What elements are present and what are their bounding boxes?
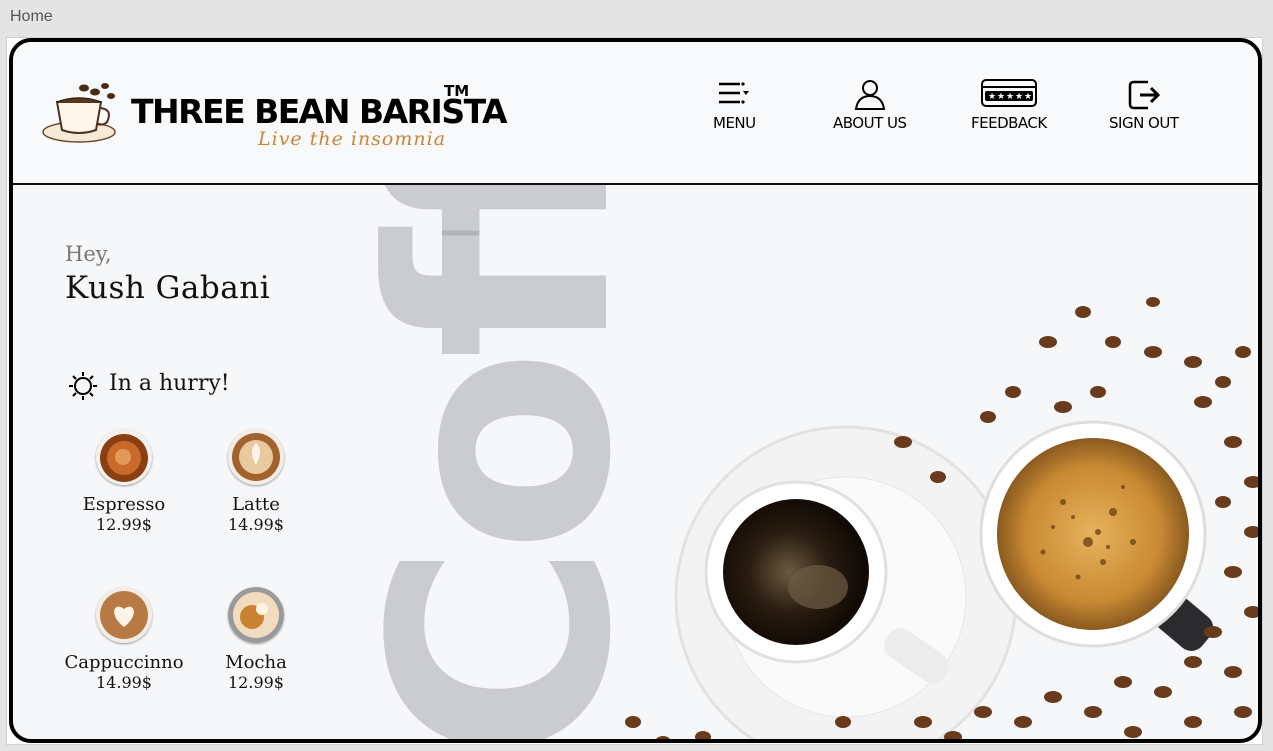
nav-feedback[interactable]: ★ ★ ★ ★ ★ FEEDBACK (971, 78, 1047, 132)
svg-text:★: ★ (1015, 92, 1023, 102)
nav-sign-out-label: SIGN OUT (1109, 114, 1179, 132)
product-espresso[interactable]: Espresso 12.99$ (59, 429, 189, 535)
coffee-hero-image (625, 297, 1258, 739)
product-name: Espresso (82, 494, 166, 515)
menu-icon (719, 82, 750, 104)
greeting-hey: Hey, (65, 242, 112, 266)
window-title: Home (10, 8, 53, 25)
app-header: THREE BEAN BARISTA TM Live the insomnia … (13, 42, 1258, 185)
product-name: Latte (232, 494, 280, 515)
product-latte[interactable]: Latte 14.99$ (191, 429, 321, 535)
cappuccino-image (96, 587, 152, 643)
coffee-cup-logo-icon (42, 83, 116, 143)
nav-menu-label: MENU (713, 114, 756, 132)
mocha-image (228, 587, 284, 643)
svg-text:★: ★ (997, 92, 1005, 102)
brand-tagline: Live the insomnia (258, 128, 447, 150)
app-screen: Coffee THREE BEAN BARISTA TM Live the in… (9, 38, 1262, 743)
product-cappuccino[interactable]: Cappuccinno 14.99$ (59, 587, 189, 693)
user-name: Kush Gabani (65, 270, 271, 306)
product-name: Cappuccinno (64, 652, 184, 673)
product-price: 12.99$ (228, 673, 284, 692)
rating-stars-icon: ★ ★ ★ ★ ★ (980, 79, 1037, 107)
product-mocha[interactable]: Mocha 12.99$ (191, 587, 321, 693)
nav-sign-out[interactable]: SIGN OUT (1109, 78, 1179, 132)
product-price: 14.99$ (96, 673, 152, 692)
svg-text:★: ★ (1024, 92, 1032, 102)
nav-menu[interactable]: MENU (713, 78, 756, 132)
svg-text:★: ★ (1006, 92, 1014, 102)
espresso-image (96, 429, 152, 485)
nav-about-us[interactable]: ABOUT US (833, 78, 907, 132)
product-price: 14.99$ (228, 515, 284, 534)
product-name: Mocha (225, 652, 287, 673)
trademark-mark: TM (444, 82, 470, 100)
sun-icon (69, 372, 97, 400)
latte-image (228, 429, 284, 485)
person-icon (854, 80, 885, 110)
nav-feedback-label: FEEDBACK (971, 114, 1047, 132)
svg-text:★: ★ (988, 92, 996, 102)
nav-about-us-label: ABOUT US (833, 114, 907, 132)
quick-order-title: In a hurry! (109, 371, 230, 396)
sign-out-icon (1128, 80, 1160, 110)
product-price: 12.99$ (96, 515, 152, 534)
